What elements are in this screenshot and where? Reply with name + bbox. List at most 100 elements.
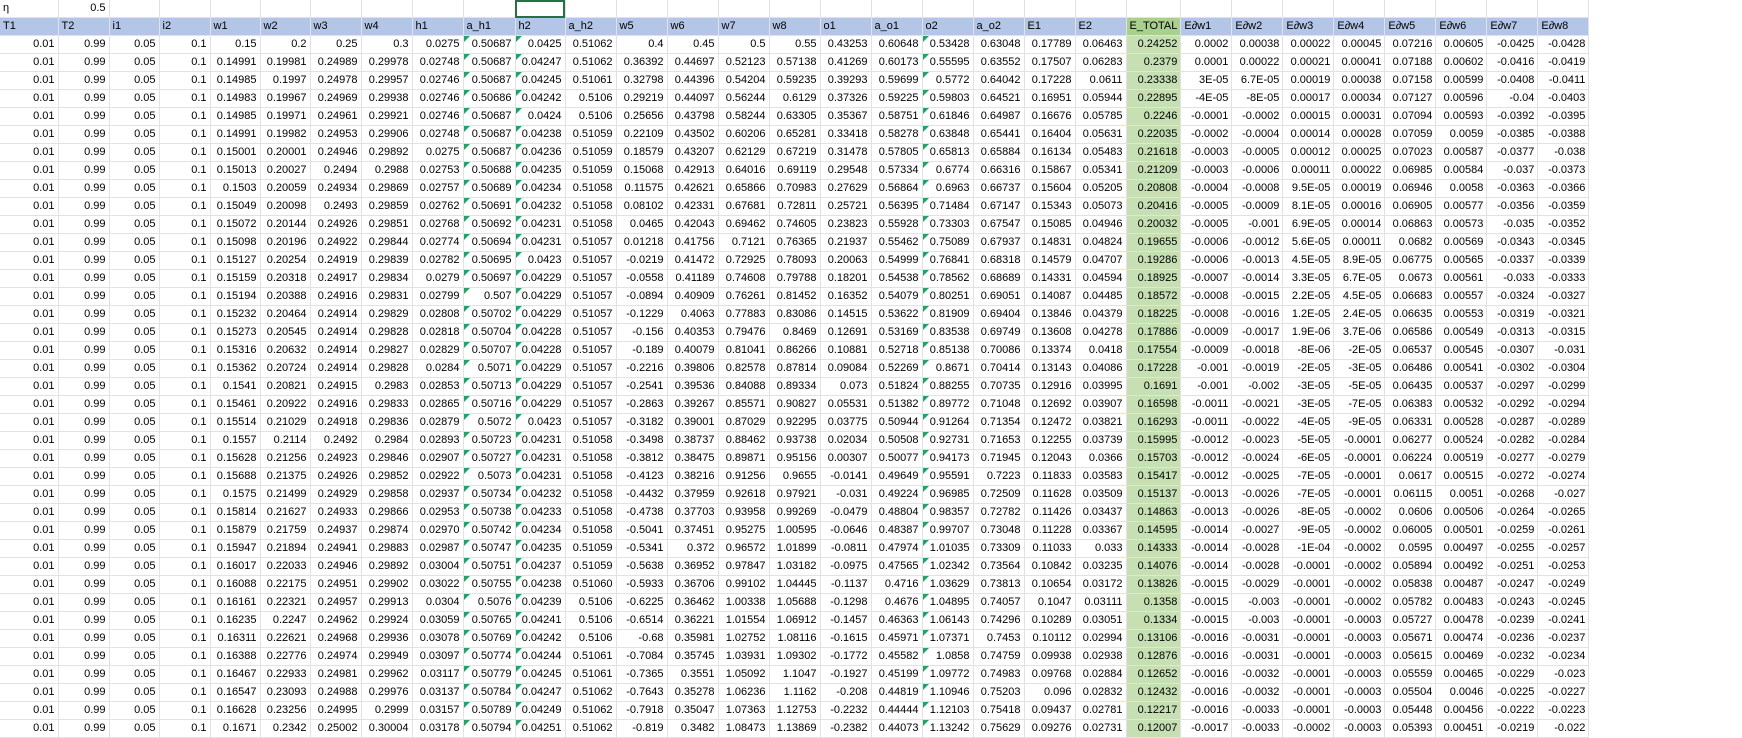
data-cell[interactable]: 0.05 <box>109 395 160 414</box>
data-cell[interactable]: 0.42331 <box>667 197 719 216</box>
data-cell[interactable]: 0.05205 <box>1075 179 1127 198</box>
data-cell[interactable]: 0.50692 <box>463 215 516 234</box>
data-cell[interactable]: -0.5341 <box>616 539 668 558</box>
data-cell[interactable]: 0.00045 <box>1333 35 1386 54</box>
empty-cell[interactable] <box>1282 0 1335 18</box>
data-cell[interactable]: 0.20632 <box>260 341 311 360</box>
data-cell[interactable]: -0.0005 <box>1180 215 1233 234</box>
data-cell[interactable]: 0.73303 <box>922 215 974 234</box>
data-cell[interactable]: 0.05 <box>109 71 160 90</box>
data-cell[interactable]: 0.07094 <box>1384 107 1437 126</box>
data-cell[interactable]: 0.1 <box>159 107 211 126</box>
data-cell[interactable]: 0.15127 <box>210 251 261 270</box>
data-cell[interactable]: -0.0247 <box>1486 575 1539 594</box>
data-cell[interactable]: -0.0003 <box>1333 611 1386 630</box>
data-cell[interactable]: -0.0265 <box>1537 503 1590 522</box>
empty-cell[interactable] <box>667 0 719 18</box>
data-cell[interactable]: -0.0031 <box>1231 629 1284 648</box>
data-cell[interactable]: 0.51062 <box>565 701 617 720</box>
data-cell[interactable]: 0.99 <box>58 233 110 252</box>
data-cell[interactable]: 0.04247 <box>515 53 566 72</box>
data-cell[interactable]: 0.93738 <box>769 431 821 450</box>
data-cell[interactable]: 0.01 <box>0 341 59 360</box>
data-cell[interactable]: 0.7223 <box>973 467 1025 486</box>
data-cell[interactable]: 0.82578 <box>718 359 770 378</box>
data-cell[interactable]: 0.01 <box>0 269 59 288</box>
data-cell[interactable]: 0.50687 <box>463 71 516 90</box>
data-cell[interactable]: -0.0001 <box>1282 557 1335 576</box>
data-cell[interactable]: 0.24922 <box>310 233 362 252</box>
data-cell[interactable]: 0.05 <box>109 197 160 216</box>
data-cell[interactable]: 0.11575 <box>616 179 668 198</box>
data-cell[interactable]: 0.1503 <box>210 179 261 198</box>
data-cell[interactable]: 0.03137 <box>412 683 464 702</box>
data-cell[interactable]: 0.05073 <box>1075 197 1127 216</box>
data-cell[interactable]: 0.47974 <box>871 539 923 558</box>
data-cell[interactable]: 0.51060 <box>565 575 617 594</box>
data-cell[interactable]: 0.06683 <box>1384 287 1437 306</box>
data-cell[interactable]: 0.99 <box>58 665 110 684</box>
data-cell[interactable]: 0.04242 <box>515 89 566 108</box>
data-cell[interactable]: 0.15049 <box>210 197 261 216</box>
data-cell[interactable]: -0.0032 <box>1231 683 1284 702</box>
data-cell[interactable]: 0.1 <box>159 35 211 54</box>
data-cell[interactable]: 0.07127 <box>1384 89 1437 108</box>
data-cell[interactable]: -0.0022 <box>1231 413 1284 432</box>
data-cell[interactable]: -0.0975 <box>820 557 872 576</box>
data-cell[interactable]: 0.00012 <box>1282 143 1335 162</box>
data-cell[interactable]: -0.0003 <box>1333 683 1386 702</box>
data-cell[interactable]: 0.2983 <box>361 377 413 396</box>
data-cell[interactable]: 0.99 <box>58 323 110 342</box>
column-header[interactable]: w4 <box>361 17 413 36</box>
data-cell[interactable]: 0.3 <box>361 35 413 54</box>
data-cell[interactable]: 0.06946 <box>1384 179 1437 198</box>
data-cell[interactable]: 0.73309 <box>973 539 1025 558</box>
data-cell[interactable]: -0.0003 <box>1333 629 1386 648</box>
data-cell[interactable]: 0.57805 <box>871 143 923 162</box>
data-cell[interactable]: 0.24926 <box>310 215 362 234</box>
data-cell[interactable]: 0.04234 <box>515 179 566 198</box>
total-error-cell[interactable]: 0.17554 <box>1126 341 1182 360</box>
data-cell[interactable]: 0.24929 <box>310 485 362 504</box>
data-cell[interactable]: 0.05 <box>109 215 160 234</box>
data-cell[interactable]: 0.27629 <box>820 179 872 198</box>
data-cell[interactable]: 0.1 <box>159 287 211 306</box>
empty-cell[interactable] <box>1435 0 1488 18</box>
data-cell[interactable]: 0.00019 <box>1333 179 1386 198</box>
column-header[interactable]: w1 <box>210 17 261 36</box>
data-cell[interactable]: 0.01 <box>0 575 59 594</box>
data-cell[interactable]: 0.24916 <box>310 287 362 306</box>
data-cell[interactable]: 0.46363 <box>871 611 923 630</box>
data-cell[interactable]: 0.06586 <box>1384 323 1437 342</box>
data-cell[interactable]: 0.15814 <box>210 503 261 522</box>
data-cell[interactable]: 0.24914 <box>310 305 362 324</box>
data-cell[interactable]: 0.51057 <box>565 341 617 360</box>
data-cell[interactable]: 0.59803 <box>922 89 974 108</box>
data-cell[interactable]: 0.18579 <box>616 143 668 162</box>
data-cell[interactable]: 0.04245 <box>515 71 566 90</box>
data-cell[interactable]: 0.04236 <box>515 143 566 162</box>
data-cell[interactable]: -0.0009 <box>1231 197 1284 216</box>
data-cell[interactable]: -0.0313 <box>1486 323 1539 342</box>
data-cell[interactable]: 0.64016 <box>718 161 770 180</box>
data-cell[interactable]: 0.1 <box>159 53 211 72</box>
data-cell[interactable]: 0.02781 <box>1075 701 1127 720</box>
data-cell[interactable]: 0.13846 <box>1024 305 1076 324</box>
data-cell[interactable]: 0.01 <box>0 665 59 684</box>
data-cell[interactable]: 0.03739 <box>1075 431 1127 450</box>
data-cell[interactable]: 0.99 <box>58 629 110 648</box>
data-cell[interactable]: 0.20922 <box>260 395 311 414</box>
data-cell[interactable]: 0.1 <box>159 161 211 180</box>
data-cell[interactable]: 1.05688 <box>769 593 821 612</box>
data-cell[interactable]: 0.05 <box>109 35 160 54</box>
data-cell[interactable]: -3E-05 <box>1282 395 1335 414</box>
data-cell[interactable]: -4E-05 <box>1282 413 1335 432</box>
data-cell[interactable]: 0.4 <box>616 35 668 54</box>
total-error-cell[interactable]: 0.14333 <box>1126 539 1182 558</box>
data-cell[interactable]: 0.04232 <box>515 197 566 216</box>
data-cell[interactable]: -0.0002 <box>1231 107 1284 126</box>
data-cell[interactable]: 0.90827 <box>769 395 821 414</box>
data-cell[interactable]: 0.16235 <box>210 611 261 630</box>
data-cell[interactable]: 0.49649 <box>871 467 923 486</box>
data-cell[interactable]: -0.0003 <box>1333 665 1386 684</box>
